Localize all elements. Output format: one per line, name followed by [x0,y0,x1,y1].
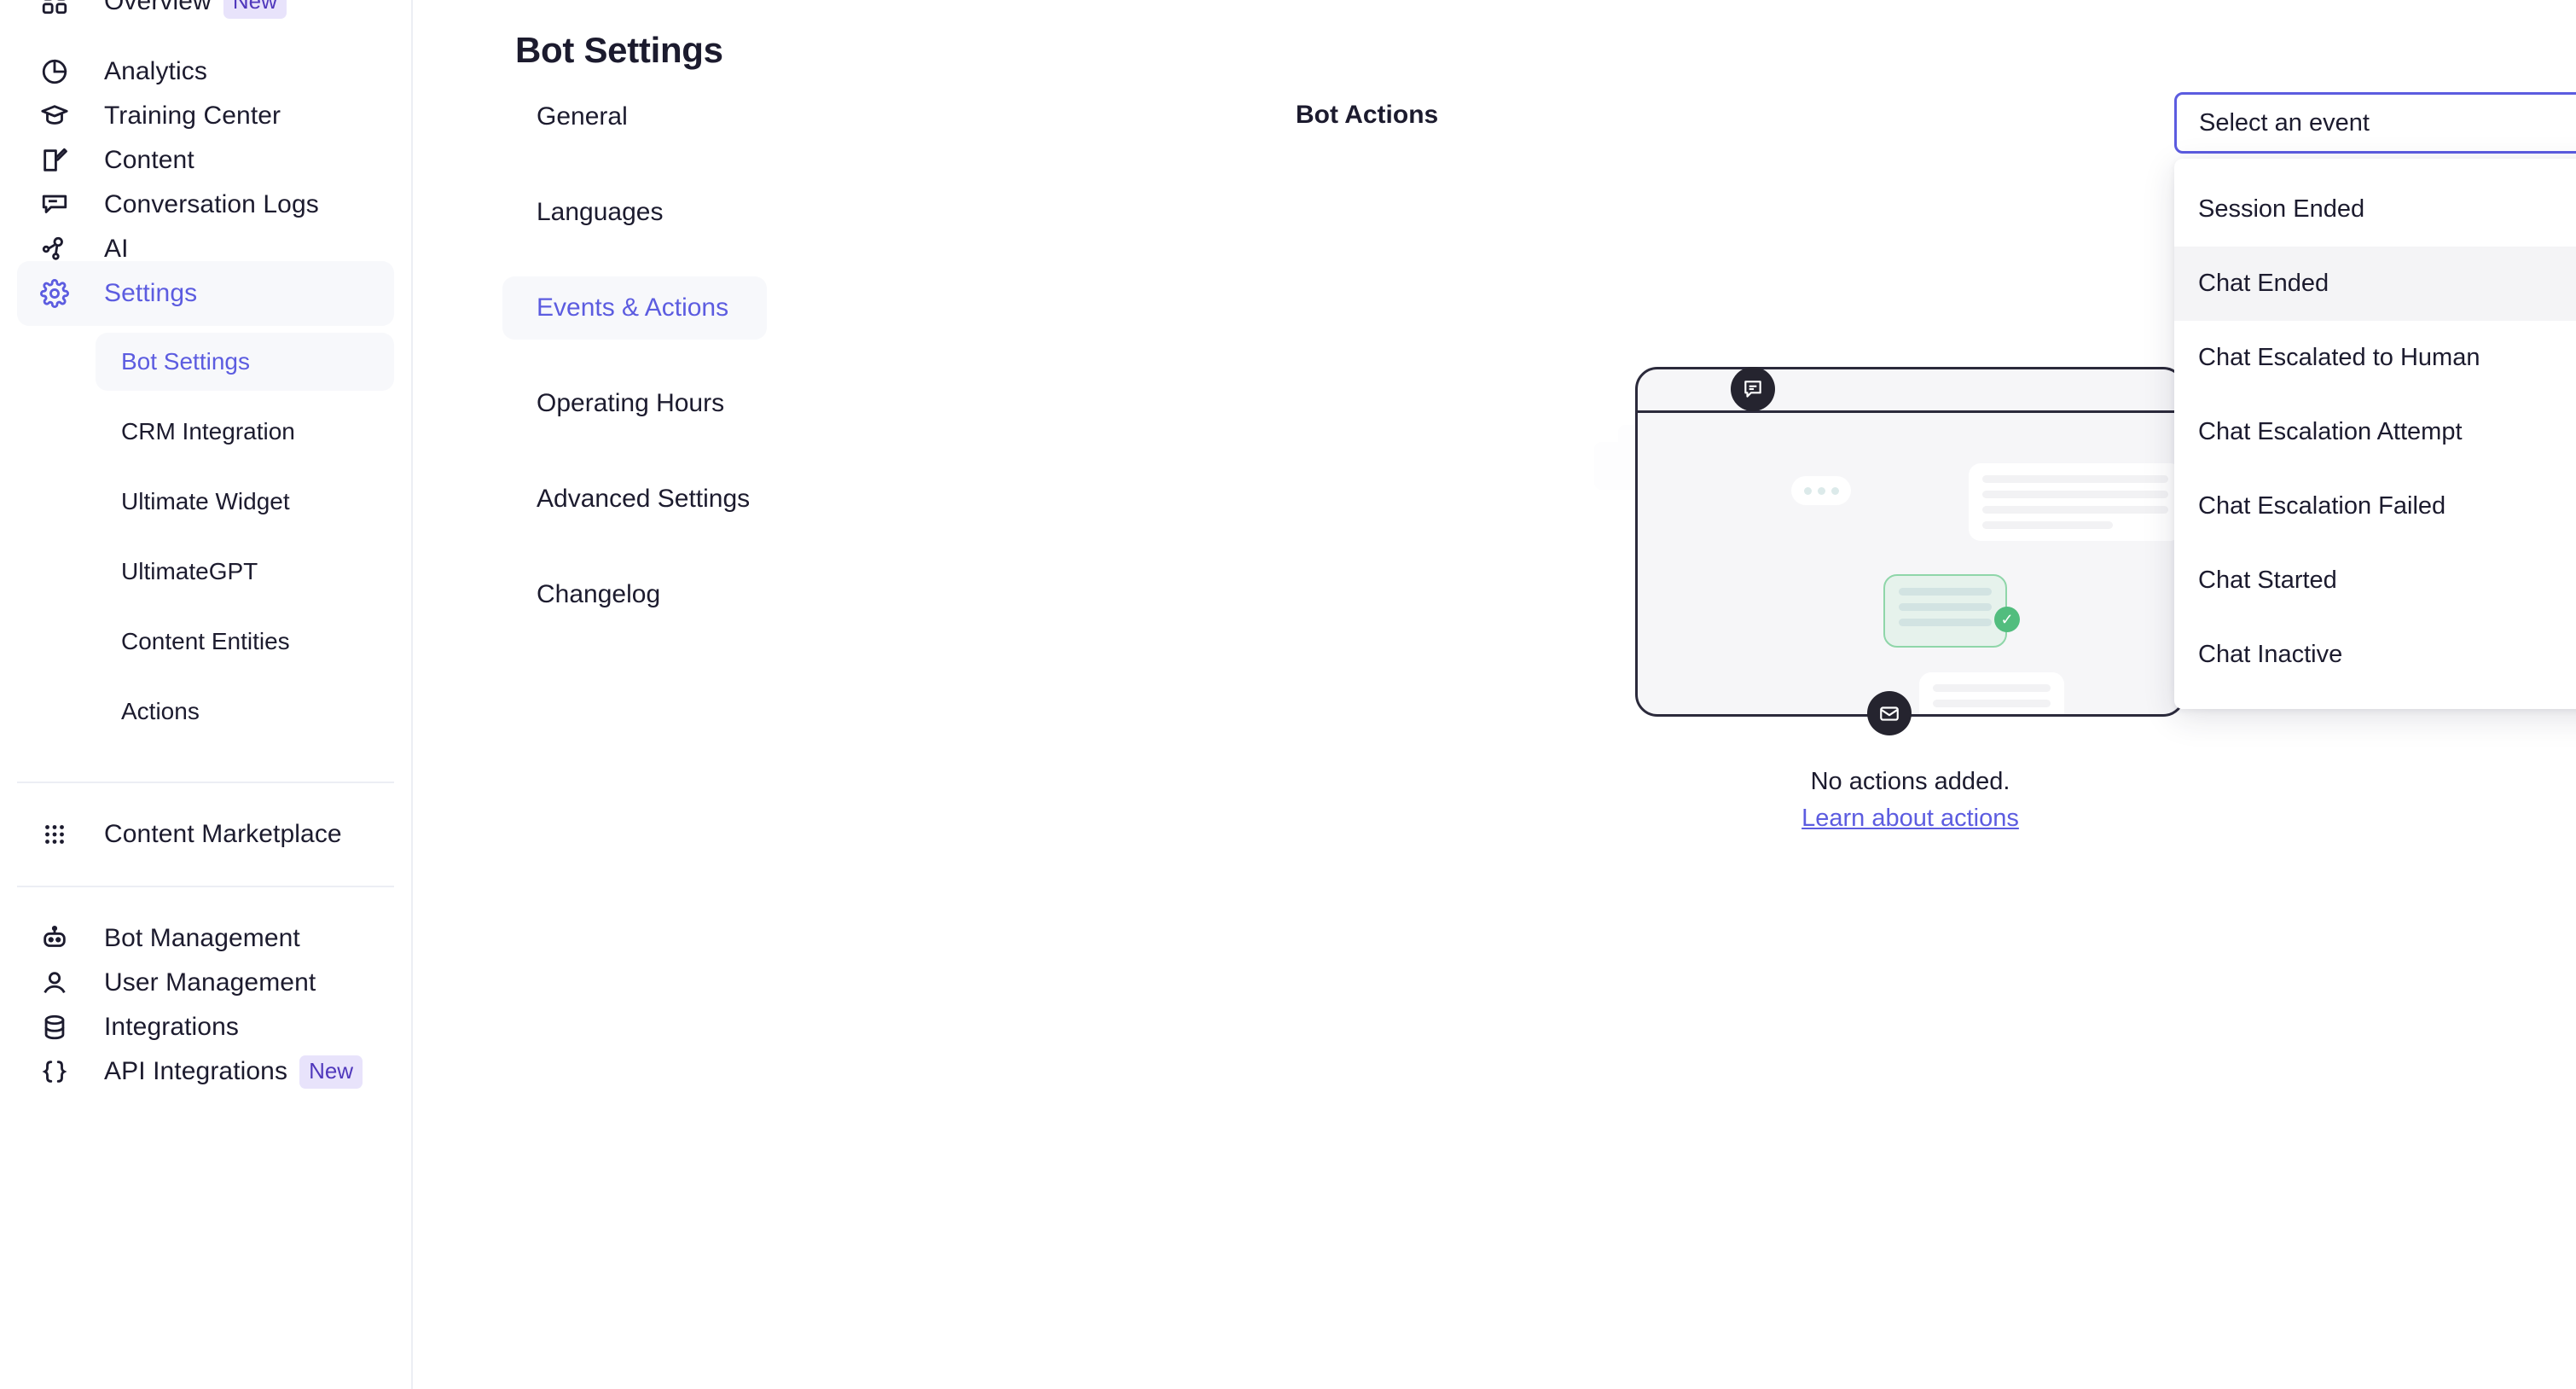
chat-bubble-icon [1731,367,1775,411]
dropdown-option-chat-escalation-failed[interactable]: Chat Escalation Failed [2174,469,2576,543]
event-select-dropdown: Session Ended Chat Ended Chat Escalated … [2174,159,2576,709]
illustration-card-divider [1638,410,2183,413]
dropdown-option-label: Chat Escalated to Human [2198,344,2480,371]
sidebar-item-api-integrations[interactable]: API Integrations New [17,1039,394,1104]
sidebar-subitem-bot-settings[interactable]: Bot Settings [96,333,394,391]
empty-state-message: No actions added. [1810,768,2010,795]
dropdown-option-label: Session Ended [2198,195,2365,223]
sidebar-item-label: Conversation Logs [104,190,319,218]
illustration-message-bubble [1919,672,2064,714]
empty-state-illustration: ✓ [1594,350,2185,735]
sidebar-item-label: AI [104,235,129,263]
dropdown-option-chat-escalation-attempt[interactable]: Chat Escalation Attempt [2174,395,2576,469]
dropdown-option-label: Chat Started [2198,567,2337,594]
sidebar-subitem-content-entities[interactable]: Content Entities [96,613,394,671]
dropdown-option-session-ended[interactable]: Session Ended [2174,172,2576,247]
tab-label: Operating Hours [537,389,725,417]
sidebar-item-label: API Integrations [104,1057,288,1085]
bot-actions-heading: Bot Actions [1296,101,1439,129]
dropdown-option-chat-ended[interactable]: Chat Ended [2174,247,2576,321]
dropdown-option-chat-inactive[interactable]: Chat Inactive [2174,618,2576,692]
event-select-value: Select an event [2199,108,2370,137]
new-badge: New [299,1055,363,1089]
sidebar-divider-1 [17,782,394,783]
sidebar-item-settings[interactable]: Settings [17,261,394,326]
sidebar-item-label: Settings [104,279,198,307]
dropdown-option-chat-escalated-to-human[interactable]: Chat Escalated to Human [2174,321,2576,395]
envelope-icon [1867,691,1912,735]
learn-about-actions-link[interactable]: Learn about actions [1801,805,2019,833]
sidebar-item-label: Overview [104,0,212,15]
page-title: Bot Settings [515,30,723,70]
tab-advanced-settings[interactable]: Advanced Settings [502,468,767,531]
illustration-success-bubble: ✓ [1883,574,2020,648]
sidebar-item-label: Content Marketplace [104,820,342,848]
typing-indicator [1791,476,1851,505]
code-braces-icon [36,1053,73,1090]
sidebar-subitem-ultimate-widget[interactable]: Ultimate Widget [96,473,394,531]
illustration-card: ✓ [1635,367,2185,717]
tab-label: Languages [537,198,664,226]
tab-events-and-actions[interactable]: Events & Actions [502,276,767,340]
dropdown-option-label: Chat Escalation Failed [2198,492,2446,520]
sidebar-item-label: User Management [104,968,316,997]
event-select-wrapper: Select an event [2174,92,2576,154]
sidebar-subitem-label: Content Entities [121,628,290,654]
sidebar-subitem-label: Actions [121,698,200,724]
grid-icon [36,0,73,20]
settings-tab-list: General Languages Events & Actions Opera… [502,85,767,659]
dropdown-option-chat-started[interactable]: Chat Started [2174,543,2576,618]
illustration-message-bubble [1969,463,2182,541]
sidebar-subitem-label: CRM Integration [121,418,295,445]
sidebar-subitem-crm-integration[interactable]: CRM Integration [96,403,394,461]
sidebar-item-label: Integrations [104,1013,239,1041]
dots-grid-icon [36,816,73,853]
sidebar-item-overview[interactable]: Overview New [17,0,394,24]
dropdown-option-label: Chat Ended [2198,270,2329,297]
sidebar-subitem-actions[interactable]: Actions [96,683,394,741]
sidebar-subitem-label: UltimateGPT [121,558,258,584]
tab-languages[interactable]: Languages [502,181,767,244]
tab-label: Changelog [537,580,661,608]
tab-general[interactable]: General [502,85,767,148]
tab-label: Events & Actions [537,293,729,322]
sidebar-subitem-label: Bot Settings [121,348,250,375]
sidebar-item-label: Analytics [104,57,207,85]
tab-label: Advanced Settings [537,485,751,513]
gear-icon [36,275,73,312]
sidebar-item-label: Content [104,146,194,174]
tab-label: General [537,102,628,131]
app-root: Overview New Analytics Training Center C… [0,0,2576,1389]
check-icon: ✓ [1994,607,2020,632]
tab-changelog[interactable]: Changelog [502,563,767,626]
tab-operating-hours[interactable]: Operating Hours [502,372,767,435]
sidebar-divider-2 [17,886,394,887]
new-badge: New [223,0,287,19]
sidebar-item-label: Training Center [104,102,281,130]
event-select[interactable]: Select an event [2174,92,2576,154]
sidebar: Overview New Analytics Training Center C… [0,0,413,1389]
sidebar-item-content-marketplace[interactable]: Content Marketplace [17,802,394,867]
sidebar-item-label: Bot Management [104,924,300,952]
main-content: Bot Settings General Languages Events & … [413,0,2576,1389]
sidebar-subitem-label: Ultimate Widget [121,488,290,514]
dropdown-option-label: Chat Escalation Attempt [2198,418,2463,445]
sidebar-subitem-ultimategpt[interactable]: UltimateGPT [96,543,394,601]
dropdown-option-label: Chat Inactive [2198,641,2343,668]
